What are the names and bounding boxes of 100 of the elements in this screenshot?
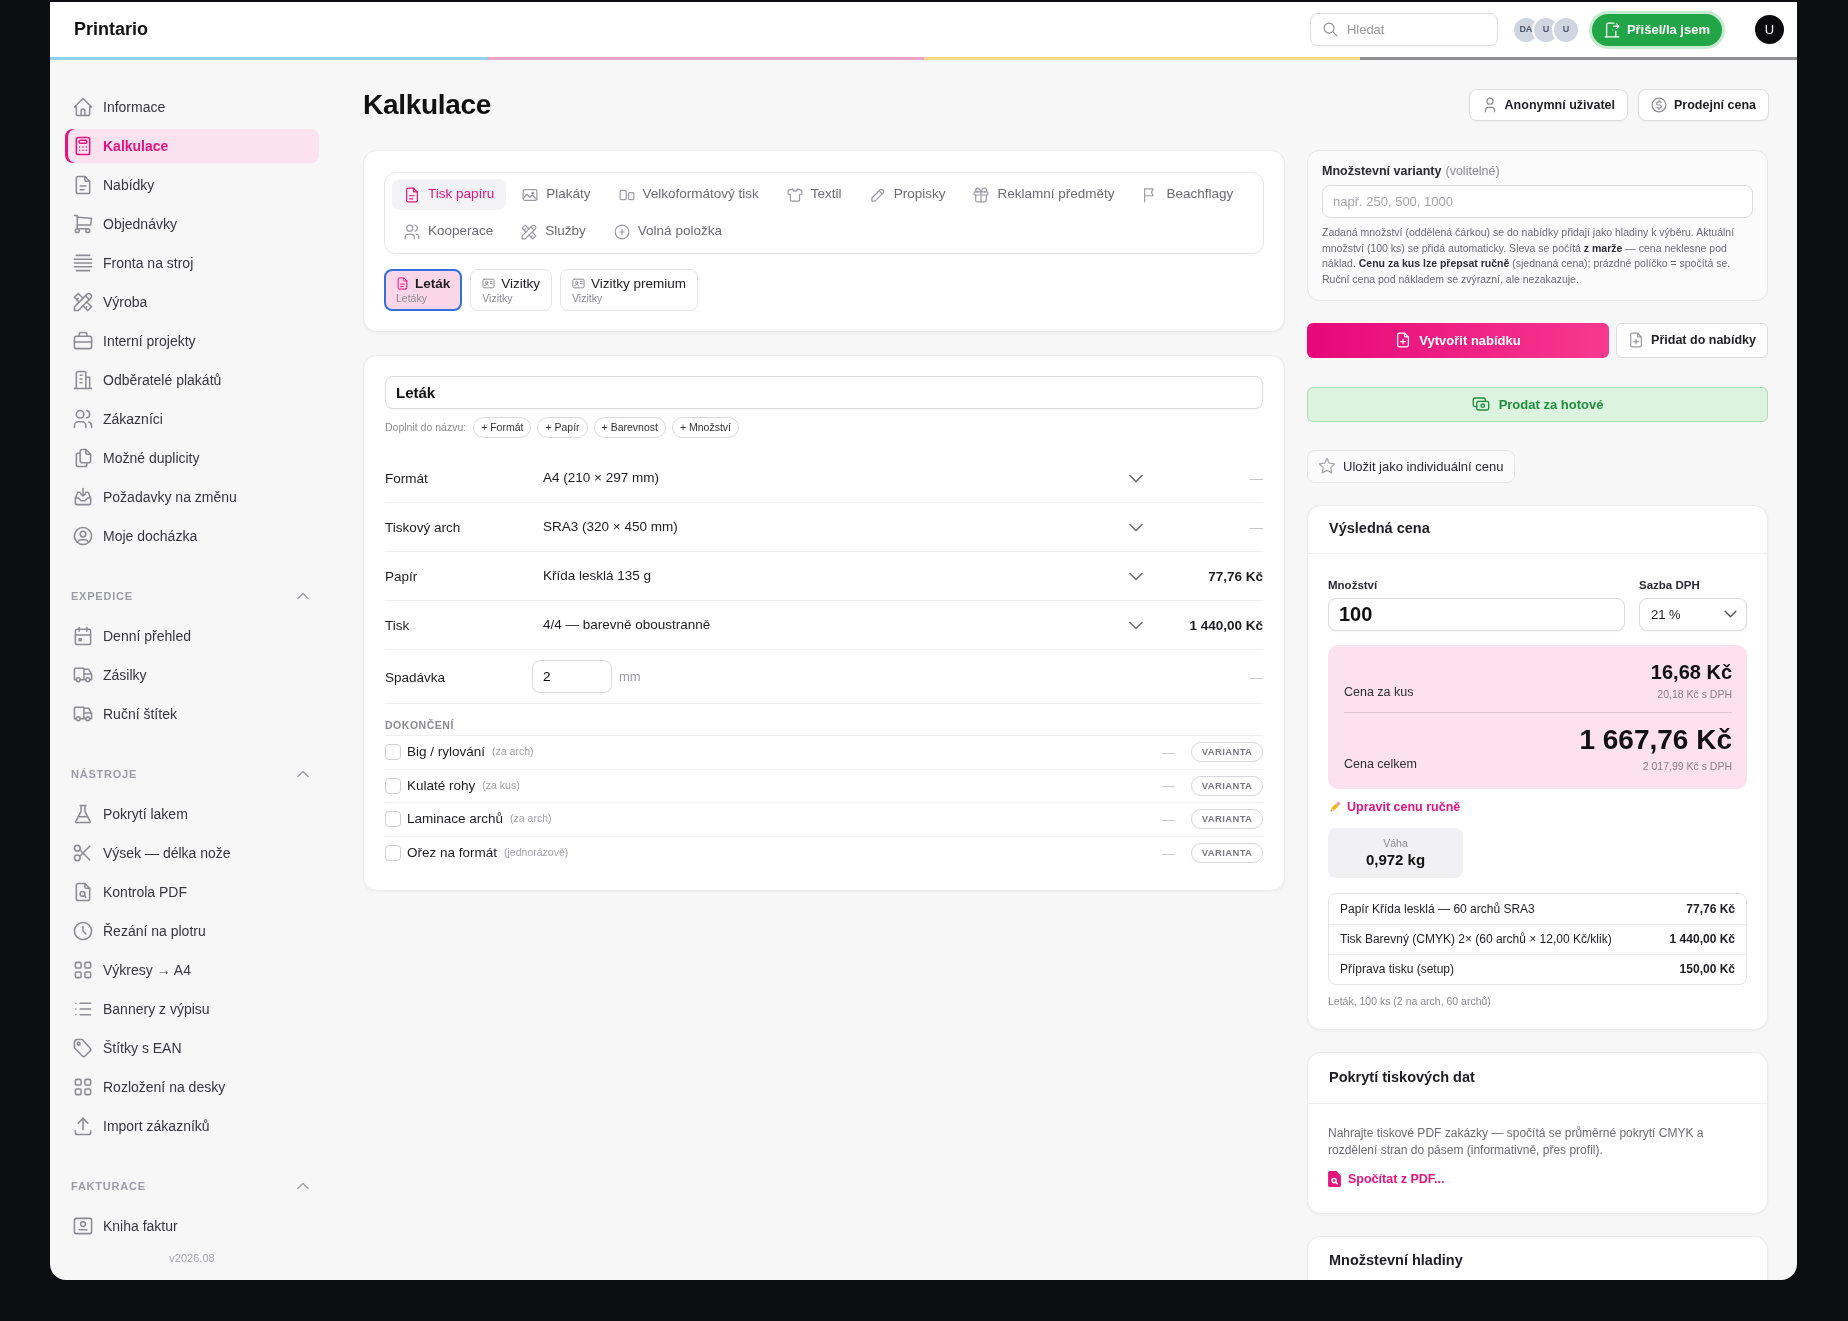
select-field[interactable]: Křída lesklá 135 g (532, 559, 1150, 593)
field-label: Spadávka (385, 669, 446, 685)
sidebar-item[interactable]: Bannery z výpisu (65, 992, 319, 1026)
field-label: Množství (1328, 577, 1378, 593)
product-type-card[interactable]: Leták Letáky (384, 269, 463, 311)
select-field[interactable]: SRA3 (320 × 450 mm) (532, 510, 1150, 544)
chevron-down-icon (1129, 522, 1143, 532)
option-note: (jednorázově) (504, 845, 569, 861)
product-type-card[interactable]: Vizitky Vizitky (470, 269, 553, 311)
select-field[interactable]: A4 (210 × 297 mm) (532, 461, 1150, 495)
sidebar-item[interactable]: Výroba (65, 285, 319, 319)
chevron-down-icon (1129, 620, 1143, 630)
user-avatar: U (1533, 17, 1558, 42)
document-icon (404, 186, 420, 203)
quantity-variants-input[interactable]: např. 250, 500, 1000 (1322, 185, 1753, 218)
sidebar-item[interactable]: Fronta na stroj (65, 246, 319, 280)
sidebar-item[interactable]: Řezání na plotru (65, 914, 319, 948)
category-tab[interactable]: Reklamní předměty (961, 179, 1127, 210)
sidebar-item[interactable]: Kalkulace (65, 129, 319, 163)
sidebar-item[interactable]: Zásilky (65, 658, 319, 692)
checkbox[interactable] (385, 811, 401, 828)
sidebar-item[interactable]: Informace (65, 90, 319, 124)
number-input[interactable]: 2 (532, 660, 612, 693)
upload-icon (73, 1116, 93, 1136)
variant-button[interactable]: VARIANTA (1191, 843, 1263, 864)
compute-from-pdf-link[interactable]: Spočítat z PDF... (1328, 1169, 1445, 1189)
add-to-offer-button[interactable]: Přidat do nabídky (1616, 322, 1768, 358)
row-price: — (1249, 669, 1263, 685)
category-tab[interactable]: Služby (509, 216, 598, 247)
category-tab[interactable]: Velkoformátový tisk (606, 179, 771, 210)
summary-note: Leták, 100 ks (2 na arch, 60 archů) (1328, 993, 1491, 1008)
checkbox[interactable] (385, 845, 401, 862)
table-cell-text: 77,76 Kč (1686, 900, 1735, 918)
sidebar-item[interactable]: Kontrola PDF (65, 875, 319, 909)
sidebar-item[interactable]: Denní přehled (65, 619, 319, 653)
sidebar-item[interactable]: Objednávky (65, 207, 319, 241)
id-card-icon (572, 277, 586, 290)
category-tab[interactable]: Plakáty (510, 179, 603, 210)
checkbox[interactable] (385, 744, 401, 761)
sidebar-item[interactable]: Odběratelé plakátů (65, 363, 319, 397)
sidebar-item[interactable]: Štítky s EAN (65, 1031, 319, 1065)
category-tab[interactable]: Volná položka (601, 216, 734, 247)
option-price: — (1162, 810, 1175, 829)
chevron-up-icon (297, 1182, 309, 1190)
help-text: Zadaná množství (oddělená čárkou) se do nabídky přidají jako hladiny k výběru. Aktuální množství (100 ks) se přidá automaticky. Sleva se počítá z marže — cena neklesne pod náklad. Cenu za kus lze přepsat ručně (sjednaná cena); prázdné políčko = spočítá se. Ruční cena pod nákladem se zvýrazní, ale nezakazuje. (1322, 225, 1736, 288)
append-chip[interactable]: + Barevnost (593, 417, 666, 438)
cart-icon (73, 214, 93, 234)
category-tab[interactable]: Textil (774, 179, 854, 210)
sidebar-item[interactable]: Nabídky (65, 168, 319, 202)
vat-select[interactable]: 21 % (1639, 597, 1747, 631)
checkbox[interactable] (385, 777, 401, 794)
sidebar-item[interactable]: Rozložení na desky (65, 1070, 319, 1104)
flask-icon (73, 804, 93, 824)
dollar-circle-icon (1651, 97, 1667, 113)
lines-icon (73, 253, 93, 273)
append-chip[interactable]: + Papír (537, 417, 588, 438)
sidebar-item[interactable]: Interní projekty (65, 324, 319, 358)
user-button[interactable]: Anonymní uživatel (1468, 89, 1628, 121)
account-avatar[interactable]: U (1755, 15, 1784, 44)
append-label: Doplnit do názvu: (385, 419, 467, 435)
manual-price-link[interactable]: Upravit cenu ručně (1328, 798, 1461, 815)
category-tab[interactable]: Beachflagy (1130, 179, 1246, 210)
variant-button[interactable]: VARIANTA (1191, 809, 1263, 830)
create-offer-button[interactable]: Vytvořit nabídku (1307, 322, 1610, 358)
price-button[interactable]: Prodejní cena (1638, 89, 1769, 121)
sidebar-item[interactable]: Zákazníci (65, 402, 319, 436)
search-field[interactable]: Hledat (1309, 13, 1498, 46)
append-chip[interactable]: + Formát (473, 417, 532, 438)
sidebar-item[interactable]: Moje docházka (65, 519, 319, 553)
variant-button[interactable]: VARIANTA (1191, 742, 1263, 763)
sidebar-item[interactable]: Možné duplicity (65, 441, 319, 475)
sidebar-item[interactable]: Požadavky na změnu (65, 480, 319, 514)
category-tab[interactable]: Kooperace (392, 216, 506, 247)
chevron-up-icon (297, 592, 309, 600)
category-tab[interactable]: Tisk papíru (392, 179, 507, 210)
shirt-icon (786, 186, 803, 203)
sidebar-item[interactable]: Import zákazníků (65, 1109, 319, 1143)
name-input[interactable]: Leták (385, 376, 1263, 409)
select-field[interactable]: 4/4 — barevně oboustranně (532, 608, 1150, 642)
category-tab[interactable]: Propisky (857, 179, 958, 210)
sidebar-item[interactable]: Výkresy → A4 (65, 953, 319, 987)
append-chip[interactable]: + Množství (671, 417, 739, 438)
option-label: Ořez na formát (407, 844, 498, 863)
sidebar-item[interactable]: Pokrytí lakem (65, 797, 319, 831)
variant-button[interactable]: VARIANTA (1191, 775, 1263, 796)
option-note: (za arch) (492, 744, 534, 760)
quantity-input[interactable]: 100 (1328, 597, 1625, 631)
image-icon (522, 186, 539, 203)
pen-icon (869, 186, 886, 203)
page-title: Kalkulace (363, 88, 492, 122)
sidebar-item[interactable]: Kniha faktur (65, 1209, 319, 1243)
save-price-button[interactable]: Uložit jako individuální cenu (1307, 449, 1516, 483)
pencil-icon (1328, 799, 1342, 814)
table-cell-text: Tisk Barevný (CMYK) 2× (60 archů × 12,00 Kč/klik) (1340, 931, 1612, 949)
sidebar-item[interactable]: Výsek — délka nože (65, 836, 319, 870)
sell-cash-button[interactable]: Prodat za hotové (1307, 386, 1768, 422)
sidebar-item[interactable]: Ruční štítek (65, 697, 319, 731)
product-type-card[interactable]: Vizitky premium Vizitky (560, 269, 699, 311)
grid-icon (73, 960, 93, 980)
grid-icon (73, 1077, 93, 1097)
